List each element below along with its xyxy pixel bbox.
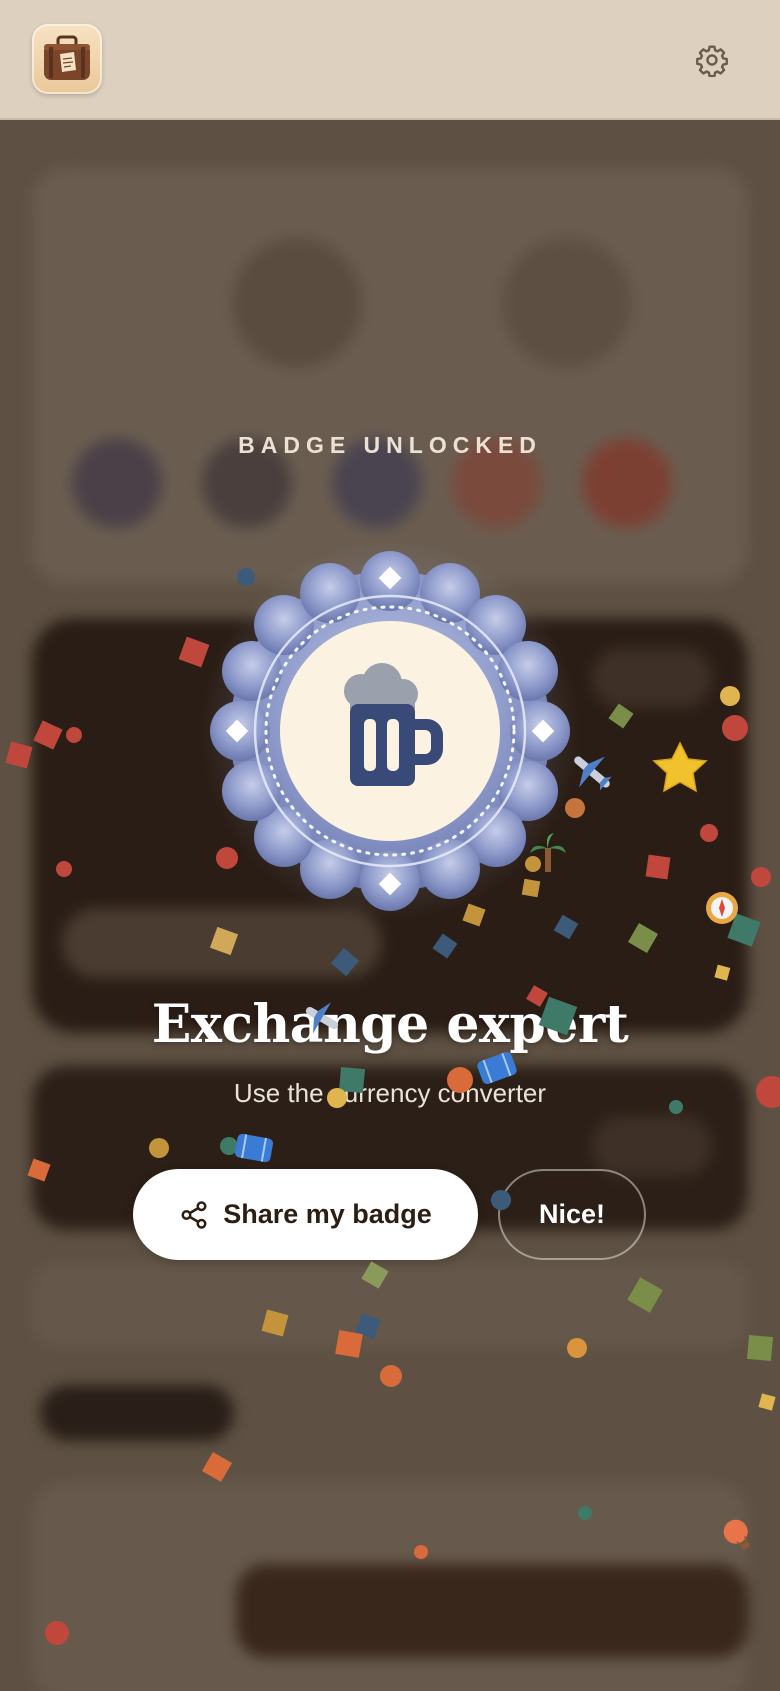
badge-medallion [200,541,580,921]
share-icon [181,1200,207,1229]
modal-heading: BADGE UNLOCKED [238,432,542,458]
badge-title: Exchange expert [151,994,629,1055]
compass-icon [706,892,738,924]
badge-description: Use the currency converter [233,1078,547,1108]
hot-air-balloon-icon [723,1519,751,1551]
badge-unlocked-modal: BADGE UNLOCKED Exchange expert Use the c… [0,0,780,1691]
share-badge-button[interactable]: Share my badge [133,1169,478,1260]
star-icon [652,741,708,793]
nice-dismiss-button[interactable]: Nice! [498,1169,646,1260]
share-button-label: Share my badge [223,1199,432,1229]
luggage-icon [234,1133,274,1163]
